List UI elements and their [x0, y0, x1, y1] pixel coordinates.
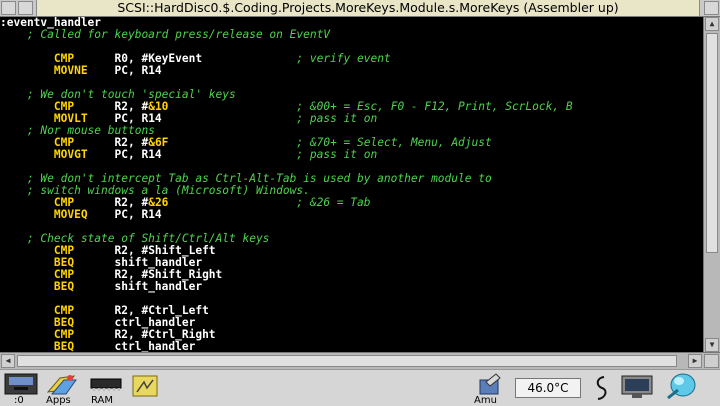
ram-disc-icon[interactable]: [90, 376, 122, 396]
code-operands: shift_handler: [114, 280, 203, 293]
back-window-button[interactable]: [18, 1, 33, 15]
code-inline-comment: ; &26 = Tab: [296, 196, 371, 209]
code-line: MOVGT PC, R14 ; pass it on: [0, 149, 703, 161]
code-opcode: MOVNE: [53, 64, 115, 77]
clock-icon[interactable]: [590, 374, 612, 406]
filer-icon[interactable]: [130, 374, 160, 404]
code-operands: PC, R14: [114, 208, 162, 221]
scroll-right-arrow-icon[interactable]: ▶: [688, 354, 702, 368]
code-inline-comment: ; pass it on: [296, 112, 378, 125]
toggle-size-button[interactable]: [704, 1, 719, 15]
display-icon[interactable]: [620, 374, 654, 404]
icon-bar: :0 Apps RAM Amu 46.0°C: [0, 369, 720, 406]
window-title-bar[interactable]: SCSI::HardDisc0.$.Coding.Projects.MoreKe…: [0, 0, 720, 17]
code-inline-comment: ; verify event: [296, 52, 391, 65]
horizontal-scroll-thumb[interactable]: [17, 355, 677, 367]
horizontal-scrollbar[interactable]: ◀ ▶: [0, 352, 720, 369]
code-inline-comment: ; pass it on: [296, 148, 378, 161]
code-line: MOVNE PC, R14: [0, 65, 703, 77]
scroll-down-arrow-icon[interactable]: ▼: [705, 338, 719, 352]
code-comment: ; Called for keyboard press/release on E…: [0, 28, 331, 41]
task-manager-icon[interactable]: [664, 372, 698, 406]
scroll-up-arrow-icon[interactable]: ▲: [705, 17, 719, 31]
code-line: BEQ ctrl_handler: [0, 340, 703, 353]
code-operands: PC, R14: [114, 64, 162, 77]
apps-label: Apps: [46, 395, 71, 406]
vertical-scroll-thumb[interactable]: [706, 33, 718, 253]
code-operands: PC, R14: [114, 148, 162, 161]
code-opcode: BEQ: [53, 340, 115, 353]
code-line: MOVEQ PC, R14: [0, 209, 703, 221]
code-opcode: BEQ: [53, 280, 115, 293]
code-opcode: MOVGT: [53, 148, 115, 161]
code-line: ; Called for keyboard press/release on E…: [0, 29, 703, 41]
amu-label: Amu: [474, 395, 497, 406]
close-window-button[interactable]: [1, 1, 16, 15]
drive-label: :0: [14, 395, 24, 406]
code-operands: ctrl_handler: [114, 340, 196, 353]
code-opcode: MOVEQ: [53, 208, 115, 221]
code-editor[interactable]: :eventv_handler ; Called for keyboard pr…: [0, 17, 703, 352]
scroll-left-arrow-icon[interactable]: ◀: [1, 354, 15, 368]
ram-label: RAM: [91, 395, 114, 406]
temperature-readout[interactable]: 46.0°C: [515, 378, 581, 398]
vertical-scrollbar[interactable]: ▲ ▼: [703, 17, 720, 352]
resize-handle-icon[interactable]: [704, 354, 719, 368]
window-title[interactable]: SCSI::HardDisc0.$.Coding.Projects.MoreKe…: [36, 0, 700, 16]
code-line: BEQ shift_handler: [0, 281, 703, 293]
